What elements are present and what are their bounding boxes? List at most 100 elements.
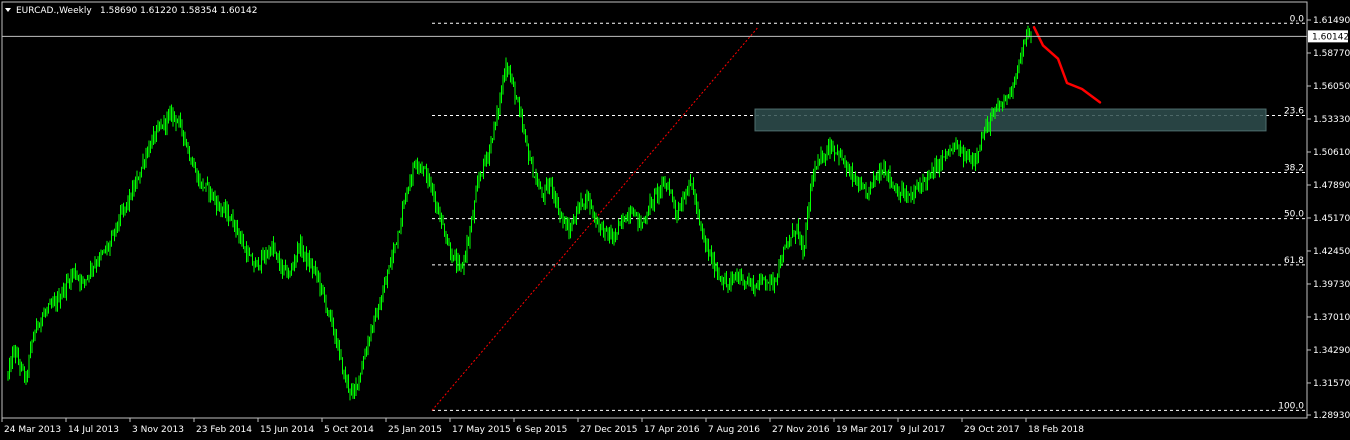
candle-body <box>532 160 534 177</box>
candle-body <box>69 280 70 285</box>
candle-body <box>781 260 783 266</box>
candle-body <box>276 252 277 255</box>
candle-body <box>748 280 750 285</box>
candle-body <box>846 166 847 170</box>
candle-body <box>589 196 591 207</box>
candle-body <box>402 208 403 223</box>
candle-body <box>219 202 220 208</box>
candle-body <box>600 224 601 228</box>
candle-body <box>729 283 730 288</box>
candle-body <box>517 99 519 103</box>
candle-body <box>120 211 121 223</box>
candle-body <box>405 194 406 202</box>
candle-body <box>54 300 55 303</box>
candle-body <box>90 266 91 276</box>
candle-body <box>331 316 333 321</box>
candle-body <box>270 249 271 254</box>
candle-body <box>85 279 87 281</box>
candle-body <box>93 266 94 270</box>
candle-body <box>633 212 634 217</box>
candle-body <box>12 352 13 367</box>
time-axis-label: 24 Mar 2013 <box>4 425 61 435</box>
candle-body <box>688 181 690 190</box>
price-axis-label: 1.28930 <box>1313 411 1350 421</box>
price-axis-label: 1.47890 <box>1313 181 1350 191</box>
candle-body <box>522 116 523 128</box>
candle-body <box>391 255 393 265</box>
candle-body <box>1005 97 1006 101</box>
candle-body <box>736 274 738 278</box>
time-axis-label: 27 Nov 2016 <box>772 425 830 435</box>
candle-body <box>724 279 726 284</box>
candle-body <box>163 119 165 128</box>
candle-body <box>760 276 762 282</box>
candle-body <box>793 231 795 236</box>
candle-body <box>48 304 49 310</box>
candle-body <box>934 165 936 176</box>
candle-body <box>450 244 451 257</box>
candle-body <box>474 202 475 216</box>
candle-body <box>792 231 793 238</box>
candle-body <box>954 146 955 150</box>
candle-body <box>1023 43 1024 54</box>
price-chart[interactable]: 0.0 23.6 38.2 50.0 61.8 100.0 1.60142 1.61490… <box>0 0 1350 440</box>
price-axis-label: 1.61490 <box>1313 16 1350 26</box>
candle-body <box>334 332 336 337</box>
candle-body <box>235 221 237 230</box>
candle-body <box>609 233 610 238</box>
candle-body <box>807 211 808 227</box>
candle-body <box>586 194 588 202</box>
candle-body <box>585 194 586 205</box>
candle-body <box>537 178 538 186</box>
candle-body <box>564 219 565 221</box>
candle-body <box>150 145 151 149</box>
candle-body <box>258 260 259 268</box>
candle-body <box>814 168 816 179</box>
candle-body <box>771 276 772 279</box>
candle-body <box>780 262 781 266</box>
candle-body <box>732 277 733 280</box>
candle-body <box>25 375 27 379</box>
candle-body <box>841 152 843 161</box>
candle-body <box>180 119 181 122</box>
candle-body <box>31 340 33 348</box>
candle-body <box>315 268 316 270</box>
candle-body <box>441 218 442 222</box>
candle-body <box>697 209 699 213</box>
candle-body <box>174 111 175 117</box>
candle-body <box>982 136 984 138</box>
candle-body <box>418 166 420 168</box>
candle-body <box>18 353 19 363</box>
current-price-value: 1.60142 <box>1312 32 1349 42</box>
candle-body <box>231 216 232 221</box>
candle-body <box>574 220 576 223</box>
candle-body <box>796 223 798 234</box>
candle-body <box>828 146 829 153</box>
candle-body <box>619 222 621 225</box>
candle-body <box>712 257 714 263</box>
candle-body <box>849 169 850 172</box>
candle-body <box>757 286 759 288</box>
candle-body <box>915 187 916 193</box>
candle-body <box>898 188 900 197</box>
candle-body <box>768 282 769 284</box>
candle-body <box>267 254 268 257</box>
candle-body <box>96 264 97 266</box>
fib-level-label: 100.0 <box>1278 401 1304 411</box>
candle-body <box>486 157 487 162</box>
candle-body <box>319 278 321 289</box>
candle-body <box>21 365 22 369</box>
candle-body <box>847 169 849 171</box>
candle-body <box>349 388 351 393</box>
candle-body <box>759 281 760 288</box>
candle-body <box>838 150 840 158</box>
candle-body <box>142 161 144 168</box>
candle-body <box>291 268 292 273</box>
time-axis-label: 9 Jul 2017 <box>900 425 945 435</box>
fib-level-label: 61.8 <box>1284 256 1304 266</box>
candle-body <box>519 102 520 111</box>
candle-body <box>430 184 432 186</box>
candle-body <box>973 159 975 164</box>
candle-body <box>490 139 492 148</box>
candle-body <box>612 232 613 239</box>
